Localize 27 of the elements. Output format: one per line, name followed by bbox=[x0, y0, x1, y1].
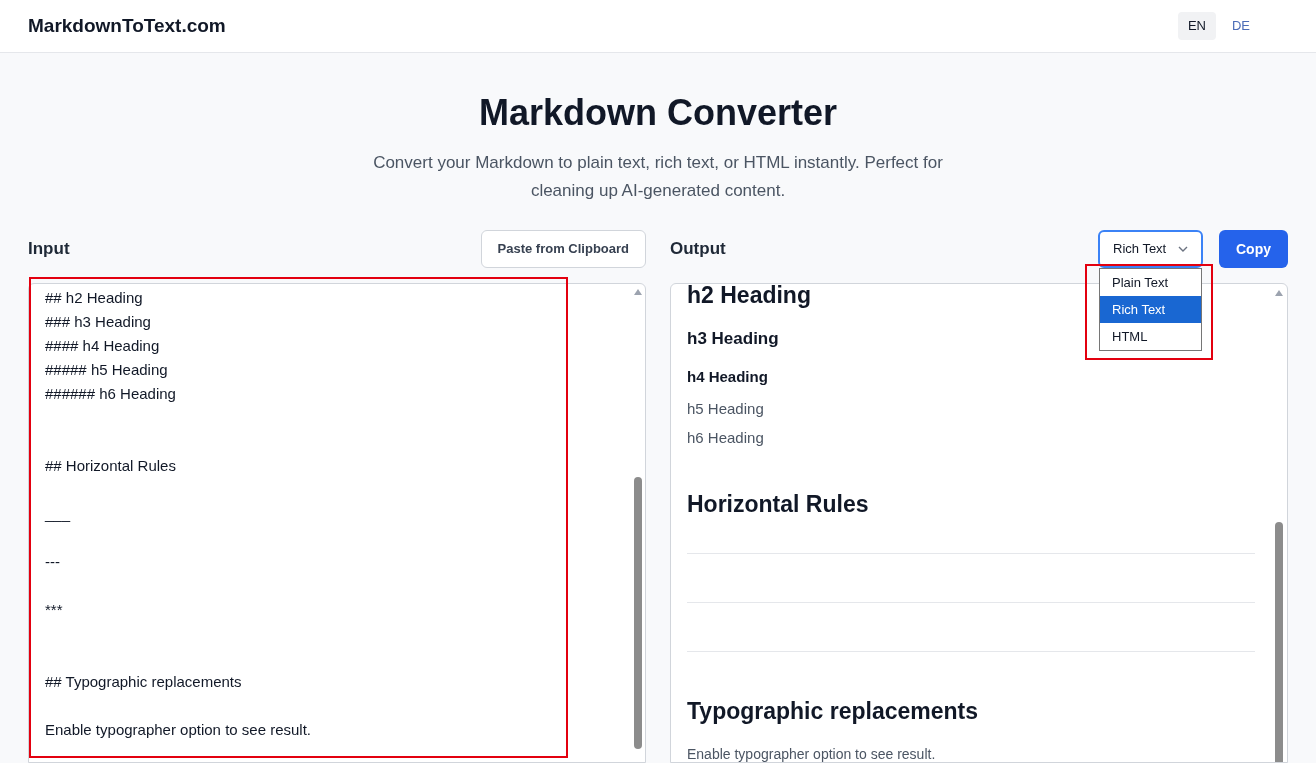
scroll-up-arrow-icon[interactable] bbox=[1275, 290, 1283, 296]
page-subtitle: Convert your Markdown to plain text, rich text, or HTML instantly. Perfect for cleaning up AI-generated content. bbox=[372, 152, 944, 202]
chevron-down-icon bbox=[1178, 246, 1188, 252]
format-option[interactable]: Plain Text bbox=[1100, 269, 1201, 296]
language-tab[interactable]: EN bbox=[1177, 12, 1216, 40]
paste-from-clipboard-button[interactable]: Paste from Clipboard bbox=[480, 230, 646, 268]
format-select[interactable]: Rich Text bbox=[1098, 230, 1203, 268]
scroll-up-arrow-icon[interactable] bbox=[634, 289, 642, 295]
output-heading: Horizontal Rules bbox=[687, 490, 869, 519]
output-heading: h3 Heading bbox=[687, 328, 779, 350]
output-heading: Typographic replacements bbox=[687, 697, 978, 726]
site-logo[interactable]: MarkdownToText.com bbox=[28, 11, 226, 41]
copy-button[interactable]: Copy bbox=[1219, 230, 1288, 268]
scrollbar-thumb[interactable] bbox=[1275, 522, 1283, 762]
output-text: h5 Heading bbox=[687, 399, 764, 419]
output-heading: h4 Heading bbox=[687, 366, 768, 387]
input-label: Input bbox=[28, 238, 70, 261]
format-option[interactable]: HTML bbox=[1100, 323, 1201, 350]
language-tab[interactable]: DE bbox=[1221, 12, 1260, 40]
markdown-input-field[interactable]: ## h2 Heading ### h3 Heading #### h4 Heading ##### h5 Heading ###### h6 Heading ## Horizontal Rules ___ --- *** ## Typographic replacements Enable typographer option to see result. bbox=[28, 283, 646, 763]
output-label: Output bbox=[670, 238, 726, 261]
output-text: h6 Heading bbox=[687, 427, 764, 448]
output-heading: h2 Heading bbox=[687, 284, 811, 310]
format-option[interactable]: Rich Text bbox=[1100, 296, 1201, 323]
output-paragraph: Enable typographer option to see result. bbox=[687, 745, 936, 762]
page-title: Markdown Converter bbox=[478, 91, 838, 135]
scrollbar-thumb[interactable] bbox=[634, 477, 642, 749]
